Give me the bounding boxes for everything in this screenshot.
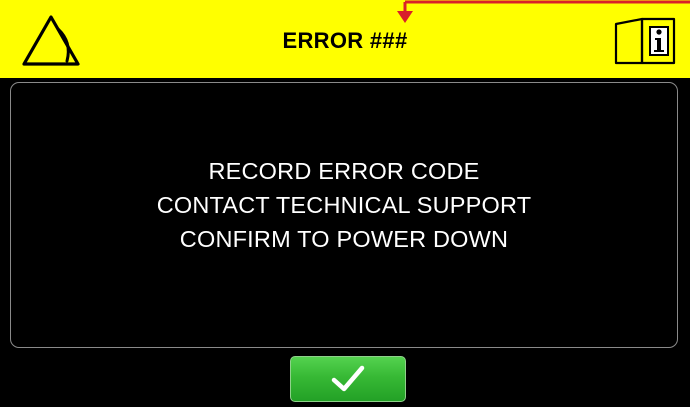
warning-triangle-icon xyxy=(22,15,80,66)
checkmark-icon xyxy=(331,365,365,392)
error-message-panel: RECORD ERROR CODE CONTACT TECHNICAL SUPP… xyxy=(10,82,678,348)
confirm-button[interactable] xyxy=(290,356,406,402)
message-line-contact-support: CONTACT TECHNICAL SUPPORT xyxy=(156,192,532,218)
error-message: RECORD ERROR CODE CONTACT TECHNICAL SUPP… xyxy=(11,154,677,256)
error-screen: ERROR ### RECORD ERROR CODE CONTACT TECH… xyxy=(0,0,690,407)
message-line-confirm-power-down: CONFIRM TO POWER DOWN xyxy=(179,226,509,252)
message-line-record-error: RECORD ERROR CODE xyxy=(208,158,480,184)
error-code-pointer-arrow xyxy=(397,0,690,23)
